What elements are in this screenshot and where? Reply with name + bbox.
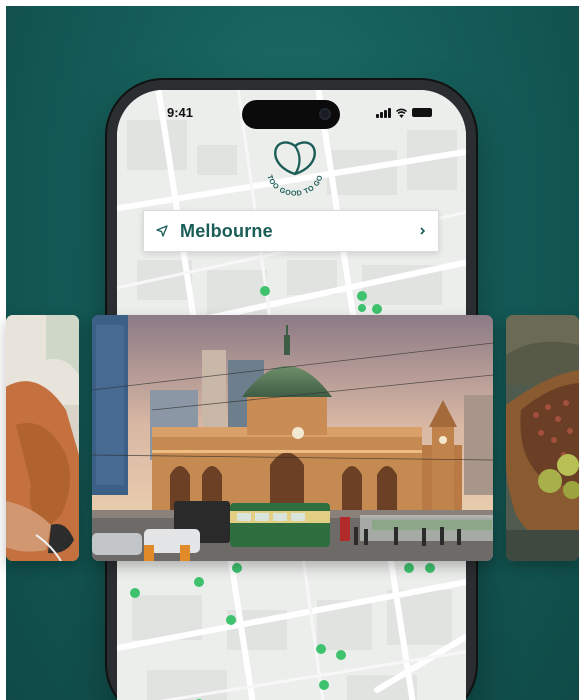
photo-card-food[interactable] [506, 315, 579, 561]
status-icons [376, 106, 432, 118]
chevron-right-icon [420, 227, 426, 235]
brand-wordmark: TOO GOOD TO GO [265, 173, 324, 197]
wifi-icon [395, 108, 408, 118]
status-time: 9:41 [167, 105, 194, 120]
camera-icon [319, 108, 331, 120]
dynamic-island [242, 100, 340, 129]
photo-card-city[interactable] [92, 315, 493, 561]
battery-icon [412, 108, 432, 117]
svg-text:TOO GOOD TO GO: TOO GOOD TO GO [265, 173, 324, 197]
location-arrow-icon [156, 225, 168, 237]
city-photo [92, 315, 493, 561]
location-city: Melbourne [180, 220, 273, 241]
location-selector[interactable]: Melbourne [143, 210, 439, 252]
food-photo [506, 315, 579, 561]
person-photo [6, 315, 79, 561]
brand-logo: TOO GOOD TO GO [265, 141, 324, 198]
signal-icon [376, 108, 391, 118]
photo-card-person[interactable] [6, 315, 79, 561]
